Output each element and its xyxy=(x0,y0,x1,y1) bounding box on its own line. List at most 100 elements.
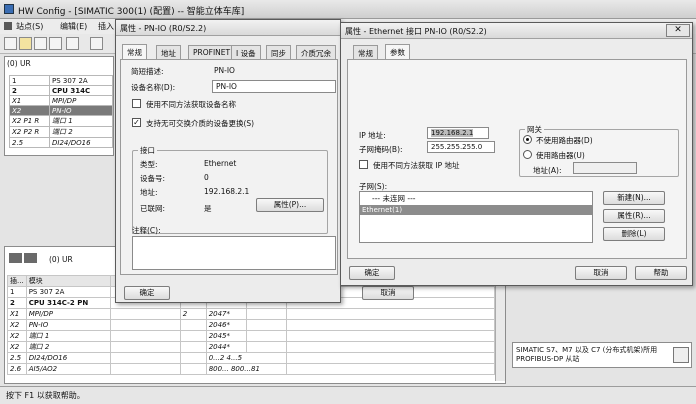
rack-title: (0) UR xyxy=(7,59,31,68)
save-compile-icon[interactable] xyxy=(49,37,62,50)
cell-module: CPU 314C-2 PN xyxy=(25,297,111,309)
device-replace-checkbox[interactable]: ✓ xyxy=(132,118,141,127)
app-icon xyxy=(4,4,14,14)
subnet-mask-input[interactable]: 255.255.255.0 xyxy=(427,141,495,153)
menu-insert[interactable]: 插入 xyxy=(98,21,114,32)
tab-sync[interactable]: 同步 xyxy=(266,45,291,59)
dialog-title-bar: 属性 - PN-IO (R0/S2.2) xyxy=(116,20,340,36)
subnet-properties-button[interactable]: 属性(R)... xyxy=(603,209,665,223)
cell-slot: 2.6 xyxy=(7,363,27,375)
table-row[interactable]: X2 端口 2 2044* xyxy=(7,341,496,353)
cell-module: 端口 1 xyxy=(25,330,111,342)
open-icon[interactable] xyxy=(19,37,32,50)
cell-slot: 2.5 xyxy=(7,352,27,364)
forward-arrow-icon[interactable] xyxy=(24,253,37,263)
ok-button[interactable]: 确定 xyxy=(124,286,170,300)
type-value: Ethernet xyxy=(204,159,237,168)
device-name-input[interactable]: PN-IO xyxy=(212,80,336,93)
new-icon[interactable] xyxy=(4,37,17,50)
comment-textarea[interactable] xyxy=(132,236,336,270)
table-row[interactable]: 2.5 DI24/DO16 0...2 4...5 xyxy=(7,352,496,364)
cell-addr: 2045* xyxy=(205,330,247,342)
status-bar: 按下 F1 以获取帮助。 xyxy=(0,386,696,404)
ip-input[interactable]: 192.168.2.1 xyxy=(427,127,489,139)
save-icon[interactable] xyxy=(34,37,47,50)
alt-device-name-checkbox[interactable] xyxy=(132,99,141,108)
cell-slot: X2 xyxy=(7,319,27,331)
cell-module: PS 307 2A xyxy=(25,286,111,298)
subnet-mask-label: 子网掩码(B): xyxy=(359,145,403,154)
cell-module: MPI/DP xyxy=(25,308,111,320)
rack-slot: 2 xyxy=(9,85,50,96)
rack-slot: 2.5 xyxy=(9,137,50,148)
col-slot-header[interactable]: 插... xyxy=(7,275,27,287)
table-row[interactable]: X2 PN-IO xyxy=(9,105,113,116)
alt-ip-checkbox[interactable] xyxy=(359,160,368,169)
load-icon[interactable] xyxy=(66,37,79,50)
router-address-input[interactable] xyxy=(573,162,637,174)
tab-media-redundancy[interactable]: 介质冗余 xyxy=(296,45,336,59)
col-module-header[interactable]: 模块 xyxy=(25,275,111,287)
list-item[interactable]: Ethernet(1) xyxy=(360,205,592,215)
dialog-title: 属性 - PN-IO (R0/S2.2) xyxy=(120,24,207,33)
table-row[interactable]: X1 MPI/DP xyxy=(9,95,113,106)
cell-module: 端口 2 xyxy=(25,341,111,353)
cancel-button[interactable]: 取消 xyxy=(575,266,627,280)
dialog-title: 属性 - Ethernet 接口 PN-IO (R0/S2.2) xyxy=(345,27,487,36)
networked-label: 已联网: xyxy=(140,204,166,213)
tab-address[interactable]: 地址 xyxy=(156,45,181,59)
menu-edit[interactable]: 编辑(E) xyxy=(60,21,87,32)
ip-value: 192.168.2.1 xyxy=(431,129,474,137)
table-row[interactable]: 2.5 DI24/DO16 xyxy=(9,137,113,148)
subnet-list[interactable]: --- 未连网 --- Ethernet(1) xyxy=(359,191,593,243)
table-row[interactable]: X2 PN-IO 2046* xyxy=(7,319,496,331)
catalog-toggle-icon[interactable] xyxy=(673,347,689,363)
alt-device-name-label: 使用不同方法获取设备名称 xyxy=(146,100,236,109)
cell-module: AI5/AO2 xyxy=(25,363,111,375)
use-router-radio[interactable] xyxy=(523,150,532,159)
table-row[interactable]: X2 P1 R 端口 1 xyxy=(9,115,113,127)
list-item[interactable]: --- 未连网 --- xyxy=(360,192,592,205)
cell-slot: X2 xyxy=(7,330,27,342)
print-icon[interactable] xyxy=(90,37,103,50)
new-subnet-button[interactable]: 新建(N)... xyxy=(603,191,665,205)
status-text: 按下 F1 以获取帮助。 xyxy=(6,391,85,400)
table-row[interactable]: 2.6 AI5/AO2 800... 800...81 xyxy=(7,363,496,375)
title-bar: HW Config - [SIMATIC 300(1) (配置) -- 智能立体… xyxy=(0,0,696,19)
tab-parameters[interactable]: 参数 xyxy=(385,44,410,59)
table-row[interactable]: 2 CPU 314C xyxy=(9,85,113,96)
rack-module: PN-IO xyxy=(49,105,113,116)
close-icon[interactable]: ✕ xyxy=(666,24,690,37)
interface-properties-button[interactable]: 属性(P)... xyxy=(256,198,324,212)
tab-general[interactable]: 常规 xyxy=(353,45,378,59)
table-row[interactable]: X2 端口 1 2045* xyxy=(7,330,496,342)
vertical-scrollbar[interactable] xyxy=(495,275,505,381)
gateway-group-label: 网关 xyxy=(525,124,544,135)
ok-button[interactable]: 确定 xyxy=(349,266,395,280)
tab-general[interactable]: 常规 xyxy=(122,44,147,59)
table-row[interactable]: X2 P2 R 端口 2 xyxy=(9,126,113,138)
rack-slot: X2 P2 R xyxy=(9,126,50,138)
address-value: 192.168.2.1 xyxy=(204,187,250,196)
delete-subnet-button[interactable]: 删除(L) xyxy=(603,227,665,241)
rack-slot: X2 P1 R xyxy=(9,115,50,127)
table-row[interactable]: X1 MPI/DP 2 2047* xyxy=(7,308,496,320)
dialog-title-bar: 属性 - Ethernet 接口 PN-IO (R0/S2.2) ✕ xyxy=(341,23,692,39)
tab-profinet[interactable]: PROFINET xyxy=(188,45,236,59)
no-router-label: 不使用路由器(D) xyxy=(536,136,593,145)
system-menu-icon[interactable] xyxy=(4,22,12,30)
no-router-radio[interactable] xyxy=(523,135,532,144)
use-router-label: 使用路由器(U) xyxy=(536,151,585,160)
tab-i-device[interactable]: I 设备 xyxy=(231,45,261,59)
cell-module: PN-IO xyxy=(25,319,111,331)
catalog-info-panel: SIMATIC S7、M7 以及 C7 (分布式机架)所用 PROFIBUS-D… xyxy=(512,342,692,368)
networked-value: 是 xyxy=(204,204,212,213)
cell-addr: 2046* xyxy=(205,319,247,331)
cancel-button[interactable]: 取消 xyxy=(362,286,414,300)
cell-slot: 1 xyxy=(7,286,27,298)
back-arrow-icon[interactable] xyxy=(9,253,22,263)
table-row[interactable]: 1 PS 307 2A xyxy=(9,75,113,86)
rack-module: 端口 1 xyxy=(49,115,113,127)
help-button[interactable]: 帮助 xyxy=(635,266,687,280)
menu-station[interactable]: 站点(S) xyxy=(16,21,43,32)
